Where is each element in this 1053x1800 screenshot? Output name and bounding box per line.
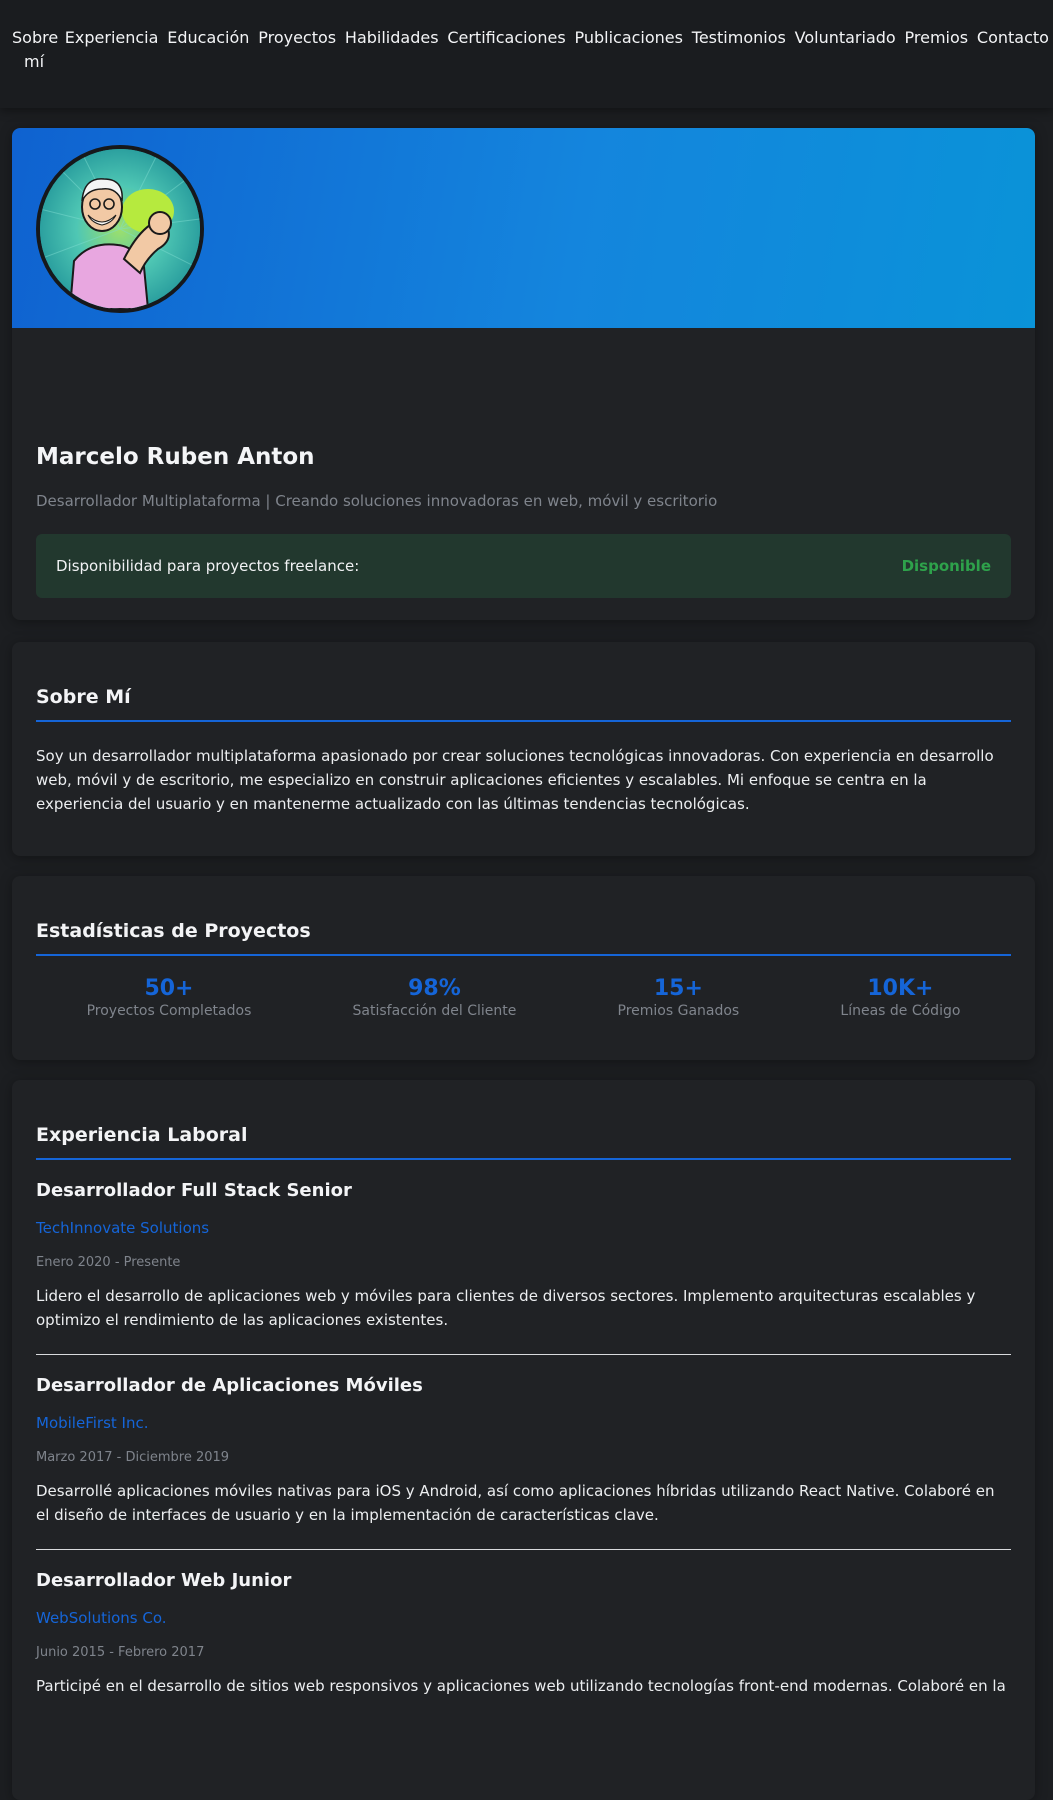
avatar: [36, 145, 204, 313]
nav-link-testimonios[interactable]: Testimonios: [692, 26, 786, 108]
job-description: Desarrollé aplicaciones móviles nativas …: [36, 1482, 995, 1524]
job-description: Lidero el desarrollo de aplicaciones web…: [36, 1287, 976, 1329]
stat-label: Líneas de Código: [840, 1003, 961, 1019]
job-title: Desarrollador de Aplicaciones Móviles: [36, 1375, 423, 1396]
stat-item: 10K+ Líneas de Código: [840, 976, 960, 1019]
nav-link-educacion[interactable]: Educación: [167, 26, 249, 108]
nav-link-contacto[interactable]: Contacto: [977, 26, 1049, 108]
about-section: Sobre Mí Soy un desarrollador multiplata…: [12, 642, 1035, 856]
experience-section: Experiencia Laboral Desarrollador Full S…: [12, 1080, 1035, 1800]
job-company: MobileFirst Inc.: [36, 1414, 149, 1432]
stat-label: Satisfacción del Cliente: [352, 1003, 517, 1019]
stat-value: 98%: [408, 976, 461, 1001]
profile-banner: [12, 128, 1035, 328]
stat-value: 15+: [653, 976, 703, 1001]
stats-title: Estadísticas de Proyectos: [36, 920, 1011, 956]
job-dates: Marzo 2017 - Diciembre 2019: [36, 1450, 230, 1465]
nav-link-publicaciones[interactable]: Publicaciones: [574, 26, 683, 108]
stat-label: Proyectos Completados: [86, 1003, 252, 1019]
stat-label: Premios Ganados: [617, 1003, 740, 1019]
nav-link-premios[interactable]: Premios: [905, 26, 969, 108]
top-nav: Sobre mí Experiencia Educación Proyectos…: [0, 0, 1053, 108]
experience-title: Experiencia Laboral: [36, 1124, 1011, 1160]
job-dates: Enero 2020 - Presente: [36, 1255, 181, 1270]
job-title: Desarrollador Web Junior: [36, 1570, 292, 1591]
about-text: Soy un desarrollador multiplataforma apa…: [36, 747, 994, 813]
availability-label: Disponibilidad para proyectos freelance:: [56, 557, 360, 575]
about-title: Sobre Mí: [36, 686, 1011, 722]
job-title: Desarrollador Full Stack Senior: [36, 1180, 352, 1201]
stat-item: 98% Satisfacción del Cliente: [353, 976, 517, 1019]
nav-link-experiencia[interactable]: Experiencia: [65, 26, 159, 108]
job-company: WebSolutions Co.: [36, 1609, 167, 1627]
job-company: TechInnovate Solutions: [36, 1219, 210, 1237]
profile-card: Marcelo Ruben Anton Desarrollador Multip…: [12, 128, 1035, 620]
avatar-illustration: [40, 149, 200, 309]
stat-item: 15+ Premios Ganados: [618, 976, 740, 1019]
nav-link-voluntariado[interactable]: Voluntariado: [795, 26, 896, 108]
job-entry: Desarrollador Full Stack Senior TechInno…: [36, 1180, 1011, 1355]
stat-item: 50+ Proyectos Completados: [87, 976, 252, 1019]
profile-name: Marcelo Ruben Anton: [36, 444, 315, 470]
stat-value: 10K+: [867, 976, 934, 1001]
stats-section: Estadísticas de Proyectos 50+ Proyectos …: [12, 876, 1035, 1060]
nav-link-habilidades[interactable]: Habilidades: [345, 26, 439, 108]
job-entry: Desarrollador de Aplicaciones Móviles Mo…: [36, 1375, 1011, 1550]
nav-link-sobre-mi[interactable]: Sobre mí: [12, 26, 58, 108]
availability-box: Disponibilidad para proyectos freelance:…: [36, 534, 1011, 598]
stat-value: 50+: [144, 976, 194, 1001]
job-entry: Desarrollador Web Junior WebSolutions Co…: [36, 1570, 1011, 1720]
nav-link-certificaciones[interactable]: Certificaciones: [447, 26, 565, 108]
availability-status: Disponible: [901, 557, 991, 575]
nav-link-proyectos[interactable]: Proyectos: [258, 26, 336, 108]
job-description: Participé en el desarrollo de sitios web…: [36, 1677, 1006, 1695]
profile-tagline: Desarrollador Multiplataforma | Creando …: [36, 492, 718, 510]
job-dates: Junio 2015 - Febrero 2017: [36, 1645, 205, 1660]
stats-row: 50+ Proyectos Completados 98% Satisfacci…: [36, 976, 1011, 1019]
